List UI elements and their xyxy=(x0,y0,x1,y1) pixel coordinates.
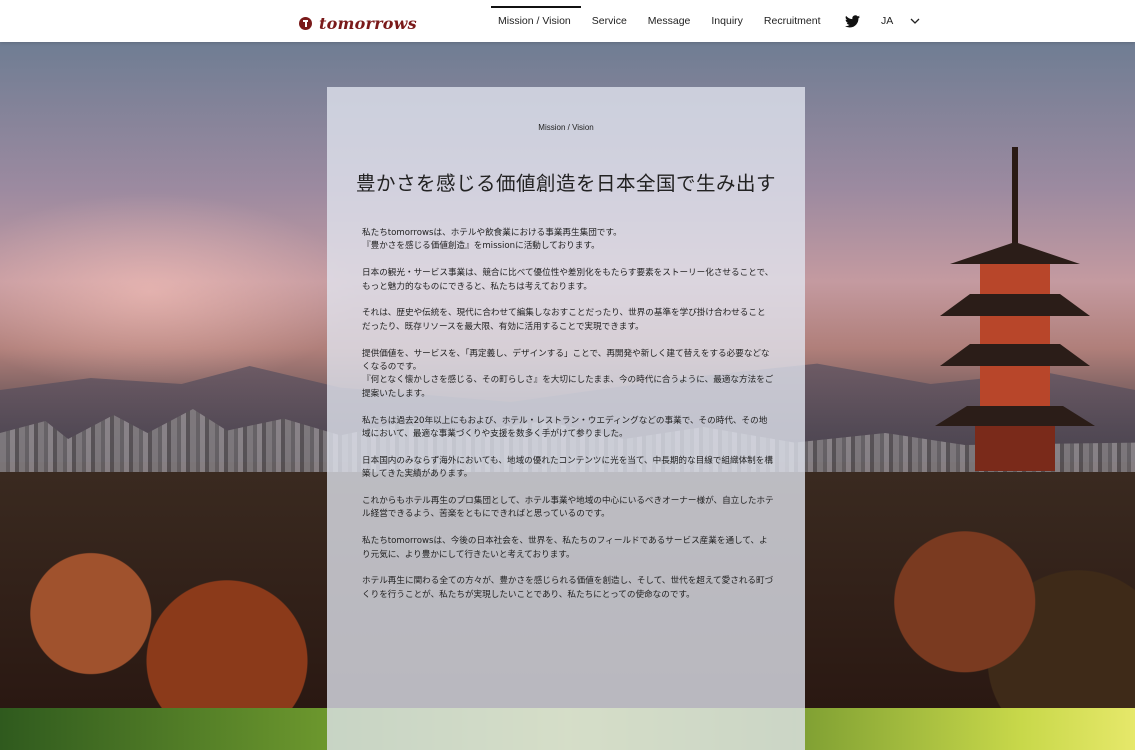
mission-panel: Mission / Vision 豊かさを感じる価値創造を日本全国で生み出す 私… xyxy=(327,87,805,750)
nav-menu: Mission / Vision Service Message Inquiry… xyxy=(490,0,920,42)
mission-body: 私たちtomorrowsは、ホテルや飲食業における事業再生集団です。 『豊かさを… xyxy=(362,227,774,616)
paragraph: 日本の観光・サービス事業は、競合に比べて優位性や差別化をもたらす要素をストーリー… xyxy=(362,268,774,292)
nav-item-service[interactable]: Service xyxy=(581,0,637,42)
paragraph: 日本国内のみならず海外においても、地域の優れたコンテンツに光を当て、中長期的な目… xyxy=(362,455,773,480)
nav-item-mission-vision[interactable]: Mission / Vision xyxy=(490,0,582,42)
paragraph: ホテル再生に関わる全ての方々が、豊かさを感じられる価値を創造し、そして、世代を超… xyxy=(362,576,774,600)
paragraph: 私たちtomorrowsは、今後の日本社会を、世界を、私たちのフィールドであるサ… xyxy=(362,536,768,560)
paragraph: 提供価値を、サービスを、「再定義し、デザインする」ことで、再開発や新しく建て替え… xyxy=(362,348,774,399)
chevron-down-icon xyxy=(910,15,920,27)
language-label: JA xyxy=(881,15,894,27)
logo[interactable]: tomorrows xyxy=(299,14,417,33)
page-title: 豊かさを感じる価値創造を日本全国で生み出す xyxy=(355,172,776,195)
twitter-icon[interactable] xyxy=(843,0,861,42)
nav-item-message[interactable]: Message xyxy=(637,0,701,42)
section-label: Mission / Vision xyxy=(538,123,594,132)
nav-item-inquiry[interactable]: Inquiry xyxy=(701,0,754,42)
pagoda xyxy=(935,147,1095,477)
logo-text: tomorrows xyxy=(319,14,417,33)
nav-item-recruitment[interactable]: Recruitment xyxy=(753,0,831,42)
paragraph: これからもホテル再生のプロ集団として、ホテル事業や地域の中心にいるべきオーナー様… xyxy=(362,496,774,520)
language-selector[interactable]: JA xyxy=(881,0,920,42)
paragraph: それは、歴史や伝統を、現代に合わせて編集しなおすことだったり、世界の基準を学び掛… xyxy=(362,308,766,332)
top-navigation: tomorrows Mission / Vision Service Messa… xyxy=(0,0,1135,42)
paragraph: 私たちtomorrowsは、ホテルや飲食業における事業再生集団です。 『豊かさを… xyxy=(362,228,622,252)
paragraph: 私たちは過去20年以上にもおよび、ホテル・レストラン・ウエディングなどの事業で、… xyxy=(362,415,768,440)
logo-mark-icon xyxy=(299,17,312,30)
